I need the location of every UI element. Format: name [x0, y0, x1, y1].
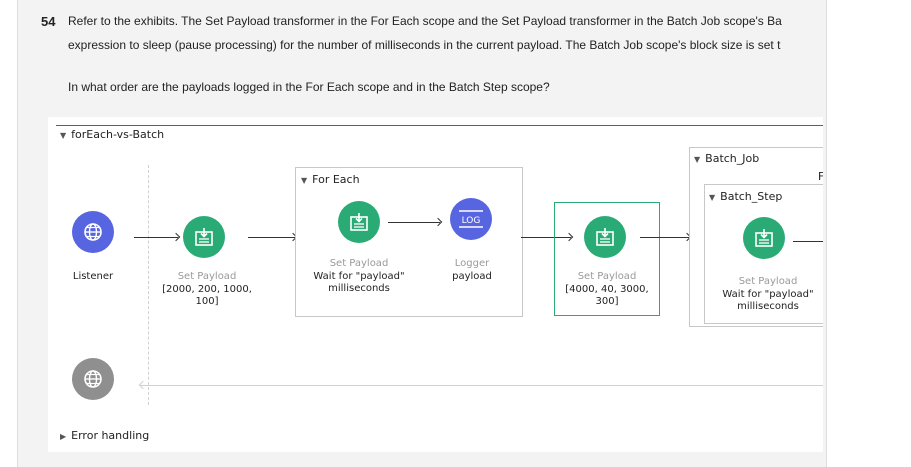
question-text-line-1: Refer to the exhibits. The Set Payload t…	[68, 14, 782, 28]
arrow-batch-step-out	[793, 241, 823, 242]
batch-step-set-payload-component[interactable]	[743, 217, 785, 259]
for-each-set-payload-line-1: Wait for "payload"	[313, 271, 405, 282]
triangle-down-icon: ▼	[709, 193, 716, 202]
set-payload-1-value-line-2: 100]	[195, 296, 219, 307]
batch-job-toggle[interactable]: ▼ Batch_Job	[694, 152, 759, 165]
globe-icon	[84, 223, 102, 241]
batch-step-title: Batch_Step	[720, 190, 783, 203]
triangle-down-icon: ▼	[60, 131, 67, 140]
set-payload-icon	[596, 228, 614, 246]
batch-job-title: Batch_Job	[705, 152, 760, 165]
error-flow-line	[140, 385, 823, 386]
flow-name: forEach-vs-Batch	[71, 128, 165, 141]
set-payload-1-component[interactable]	[183, 216, 225, 258]
arrow-payload-to-batch	[640, 237, 689, 238]
set-payload-1-value-line-1: [2000, 200, 1000,	[162, 284, 252, 295]
error-source-component[interactable]	[72, 358, 114, 400]
listener-label: Listener	[72, 271, 114, 282]
logger-icon: LOG	[459, 210, 483, 228]
arrow-payload-to-foreach	[248, 237, 295, 238]
batch-step-toggle[interactable]: ▼ Batch_Step	[709, 190, 782, 203]
question-prompt: In what order are the payloads logged in…	[68, 80, 550, 94]
batch-job-clipped-text: F	[818, 170, 823, 183]
triangle-down-icon: ▼	[694, 155, 701, 164]
error-handling-toggle[interactable]: ▶ Error handling	[60, 429, 149, 442]
arrow-listener-to-payload	[134, 237, 178, 238]
set-payload-icon	[755, 229, 773, 247]
for-each-set-payload-component[interactable]	[338, 201, 380, 243]
for-each-set-payload-title: Set Payload	[329, 258, 389, 269]
svg-text:LOG: LOG	[462, 216, 481, 226]
error-handling-label: Error handling	[71, 429, 150, 442]
flow-top-border	[56, 125, 823, 126]
logger-title: Logger	[454, 258, 490, 269]
set-payload-icon	[350, 213, 368, 231]
triangle-right-icon: ▶	[60, 432, 67, 441]
error-globe-icon	[84, 370, 102, 388]
question-text-line-2: expression to sleep (pause processing) f…	[68, 38, 781, 52]
flow-diagram-exhibit: ▼ forEach-vs-Batch Listener Set Payload […	[48, 117, 823, 452]
triangle-down-icon: ▼	[301, 176, 308, 185]
batch-step-set-payload-title: Set Payload	[738, 276, 798, 287]
set-payload-2-title: Set Payload	[577, 271, 637, 282]
flow-name-toggle[interactable]: ▼ forEach-vs-Batch	[60, 128, 164, 141]
logger-component[interactable]: LOG	[450, 198, 492, 240]
set-payload-1-title: Set Payload	[177, 271, 237, 282]
for-each-title: For Each	[312, 173, 360, 186]
for-each-toggle[interactable]: ▼ For Each	[301, 173, 360, 186]
batch-step-set-payload-line-1: Wait for "payload"	[722, 289, 814, 300]
arrow-payload-to-logger	[388, 222, 440, 223]
question-number: 54	[41, 14, 56, 29]
batch-step-set-payload-line-2: milliseconds	[737, 301, 799, 312]
listener-component[interactable]	[72, 211, 114, 253]
for-each-set-payload-line-2: milliseconds	[328, 283, 390, 294]
set-payload-2-value-line-2: 300]	[595, 296, 619, 307]
set-payload-2-component[interactable]	[584, 216, 626, 258]
set-payload-icon	[195, 228, 213, 246]
source-divider	[148, 165, 149, 405]
set-payload-2-value-line-1: [4000, 40, 3000,	[565, 284, 649, 295]
logger-value: payload	[452, 271, 492, 282]
